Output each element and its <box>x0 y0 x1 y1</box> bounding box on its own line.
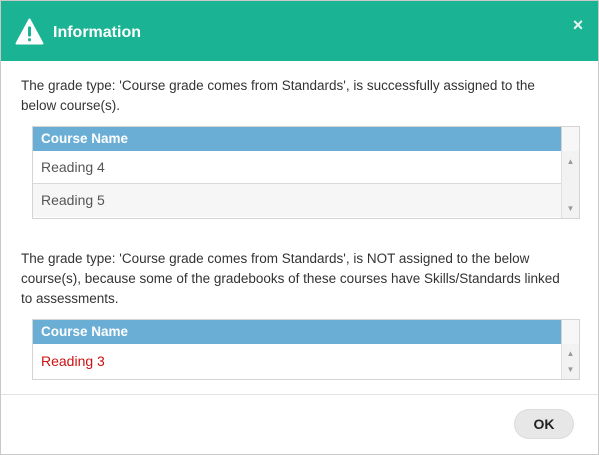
dialog-header: Information × <box>1 1 598 61</box>
table-row[interactable]: Reading 4 <box>33 151 561 184</box>
scroll-up-icon[interactable]: ▲ <box>562 349 579 359</box>
table-row[interactable]: Reading 3 <box>33 344 561 379</box>
scroll-down-icon[interactable]: ▼ <box>562 204 579 214</box>
warning-triangle-icon <box>15 18 44 45</box>
failure-message: The grade type: 'Course grade comes from… <box>21 251 560 306</box>
close-icon[interactable]: × <box>569 15 587 35</box>
success-course-grid: Course Name Reading 4 Reading 5 ▲ ▼ <box>32 126 580 219</box>
table-row[interactable]: Reading 5 <box>33 184 561 217</box>
footer-divider <box>1 394 598 395</box>
column-header-course-name[interactable]: Course Name <box>33 127 561 151</box>
grid-scrollbar[interactable]: ▲ ▼ <box>561 344 579 379</box>
grid-scrollbar[interactable]: ▲ ▼ <box>561 151 579 218</box>
column-header-course-name[interactable]: Course Name <box>33 320 561 344</box>
header-scroll-spacer <box>561 320 579 344</box>
ok-button[interactable]: OK <box>514 409 574 439</box>
scroll-down-icon[interactable]: ▼ <box>562 365 579 375</box>
failure-course-grid: Course Name Reading 3 ▲ ▼ <box>32 319 580 380</box>
success-message: The grade type: 'Course grade comes from… <box>21 78 535 113</box>
header-scroll-spacer <box>561 127 579 151</box>
scroll-up-icon[interactable]: ▲ <box>562 157 579 167</box>
dialog-title: Information <box>53 24 141 41</box>
information-dialog: Information × The grade type: 'Course gr… <box>0 0 599 455</box>
